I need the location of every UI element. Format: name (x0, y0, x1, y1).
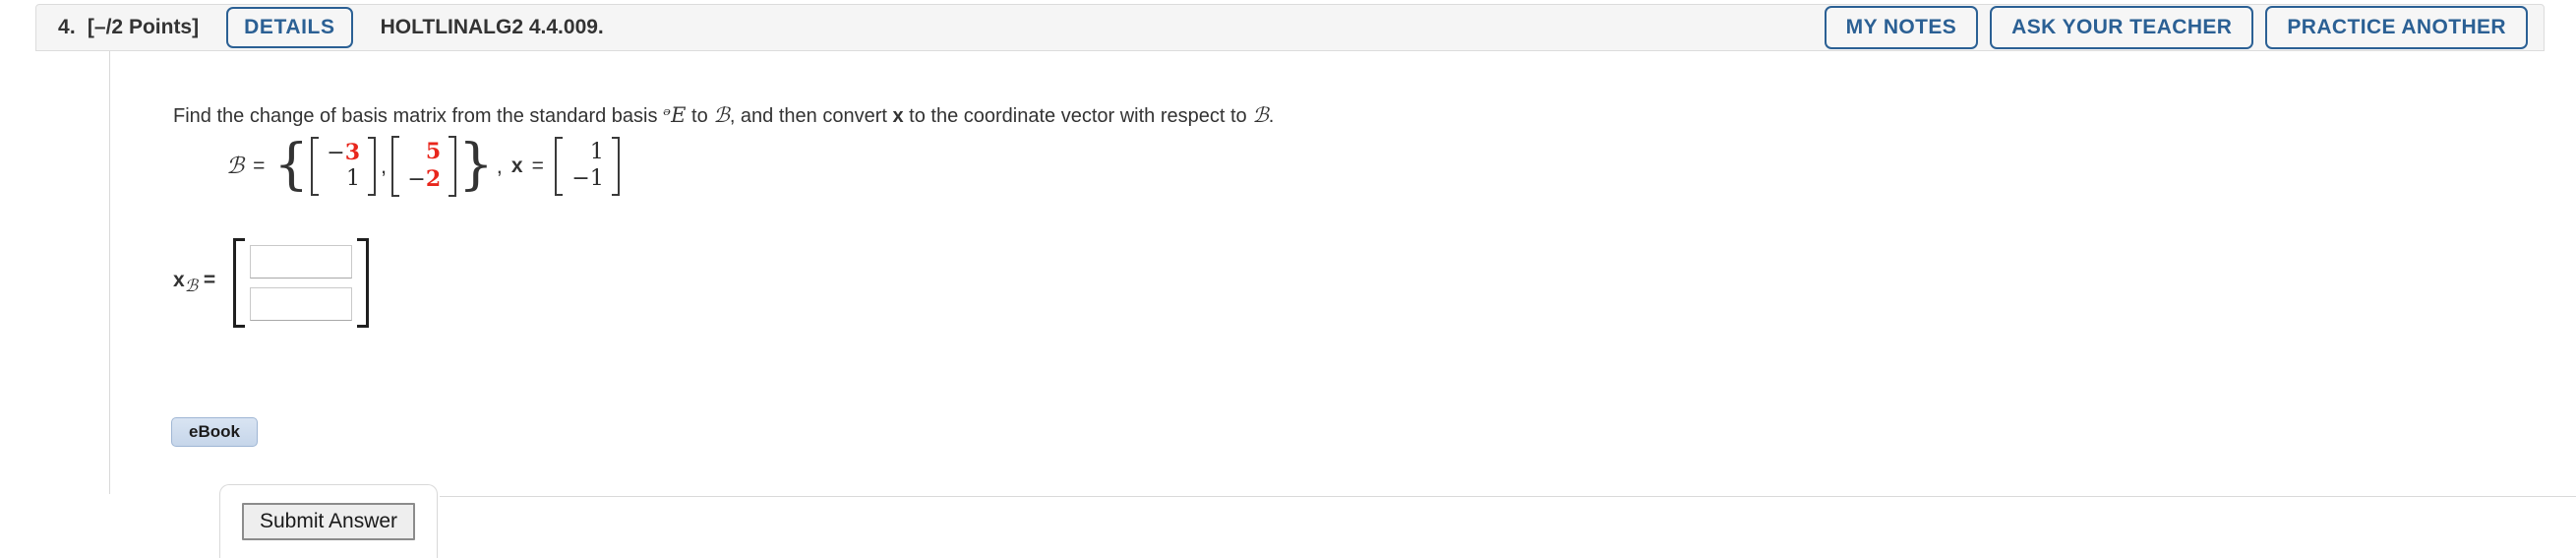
question-prompt: Find the change of basis matrix from the… (173, 102, 1274, 129)
answer-input-bottom[interactable] (250, 287, 353, 321)
answer-input-top[interactable] (250, 245, 353, 279)
bracket-right-icon (611, 137, 620, 196)
basis-b-symbol: ℬ (713, 103, 730, 127)
vector-2-top: 5 (426, 139, 441, 166)
vector-1-top-value: 3 (344, 139, 360, 165)
points-label: [–/2 Points] (87, 16, 200, 38)
ebook-button[interactable]: eBook (171, 417, 258, 447)
basis-s-symbol: ᵊE (663, 103, 687, 127)
math-equals-2: = (531, 154, 544, 177)
ask-your-teacher-button[interactable]: ASK YOUR TEACHER (1990, 6, 2254, 49)
practice-another-button[interactable]: PRACTICE ANOTHER (2265, 6, 2528, 49)
prompt-text-2: to (686, 105, 714, 127)
x-vector-bottom-sign: − (571, 165, 590, 191)
prompt-text-4: to the coordinate vector with respect to (903, 105, 1253, 127)
x-vector-top: 1 (590, 140, 604, 166)
vector-2-bottom-sign: − (407, 166, 426, 192)
vector-x-symbol: x (892, 105, 904, 127)
answer-row: xℬ = (173, 238, 370, 328)
bracket-left-icon (554, 137, 563, 196)
math-comma-2: , (496, 153, 503, 178)
bracket-right-icon (368, 136, 376, 197)
submit-answer-button[interactable]: Submit Answer (241, 503, 416, 540)
answer-bracket-right-icon (357, 238, 370, 328)
x-vector-column: 1 −1 (563, 137, 612, 196)
answer-label: xℬ = (173, 269, 215, 296)
answer-label-main: x (173, 269, 185, 292)
question-title: HOLTLINALG2 4.4.009. (380, 16, 604, 38)
submit-divider (440, 496, 2576, 497)
question-body: Find the change of basis matrix from the… (35, 51, 2576, 558)
math-comma-1: , (381, 153, 388, 178)
vector-1-column: −3 1 (319, 137, 368, 197)
vector-2-top-value: 5 (425, 139, 442, 164)
prompt-text-1: Find the change of basis matrix from the… (173, 105, 664, 127)
answer-label-equals: = (203, 269, 216, 292)
question-page: 4. [–/2 Points] DETAILS HOLTLINALG2 4.4.… (0, 0, 2576, 558)
bracket-right-icon (449, 136, 457, 197)
x-vector-bottom-value: 1 (589, 165, 604, 191)
math-expression: ℬ = { −3 1 , 5 −2} , x = 1 −1 (226, 136, 622, 197)
details-button[interactable]: DETAILS (226, 7, 353, 48)
question-content-area: Find the change of basis matrix from the… (109, 51, 2576, 558)
x-vector: 1 −1 (553, 137, 622, 196)
vector-2-bottom-value: 2 (425, 165, 442, 192)
basis-vector-1: −3 1 (309, 136, 378, 197)
basis-vector-2: 5 −2 (389, 136, 458, 197)
vector-2-column: 5 −2 (399, 136, 449, 197)
submit-tab: Submit Answer (219, 484, 438, 558)
answer-bracket-left-icon (233, 238, 246, 328)
answer-label-subscript: ℬ (184, 277, 199, 297)
prompt-text-5: . (1268, 105, 1275, 127)
vector-1-top-sign: − (327, 140, 345, 165)
my-notes-button[interactable]: MY NOTES (1824, 6, 1979, 49)
question-number: 4. (58, 16, 76, 38)
x-vector-bottom: −1 (571, 166, 603, 193)
vector-1-bottom-value: 1 (346, 166, 360, 192)
bracket-left-icon (311, 136, 319, 197)
vector-1-bottom: 1 (346, 166, 360, 193)
answer-inputs (245, 238, 357, 328)
vector-2-bottom: −2 (407, 166, 441, 194)
question-header: 4. [–/2 Points] DETAILS HOLTLINALG2 4.4.… (35, 4, 2545, 51)
math-equals-1: = (253, 154, 266, 177)
math-basis-symbol: ℬ (226, 153, 245, 179)
vector-1-top: −3 (327, 140, 360, 167)
prompt-text-3: , and then convert (729, 105, 893, 127)
basis-b-symbol-2: ℬ (1252, 103, 1269, 127)
answer-matrix (233, 238, 370, 328)
math-x-symbol: x (510, 154, 523, 177)
bracket-left-icon (391, 136, 400, 197)
x-vector-top-value: 1 (589, 140, 604, 164)
